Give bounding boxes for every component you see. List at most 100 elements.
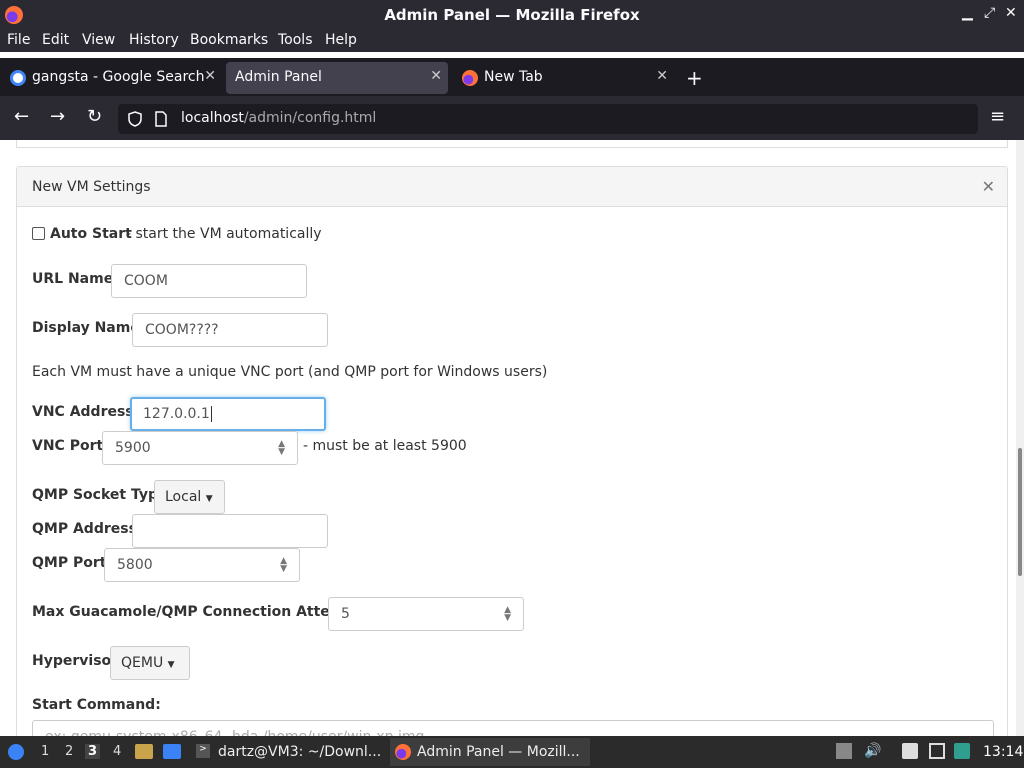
vnc-port-hint: - must be at least 5900 [303,438,467,454]
url-host: localhost [181,110,244,126]
tab-new-tab[interactable]: New Tab ✕ [452,62,674,94]
url-path: /admin/config.html [243,110,377,126]
tab-label: New Tab [484,69,543,85]
close-tab-icon[interactable]: ✕ [430,68,442,84]
hamburger-menu-icon[interactable]: ≡ [990,106,1005,127]
tab-label: gangsta - Google Search [32,69,205,85]
hypervisor-dropdown[interactable]: QEMU ▼ [110,646,190,680]
spinner-arrows-icon[interactable]: ▲ ▼ [280,557,287,574]
scrollbar-thumb[interactable] [1018,448,1022,576]
url-text: localhost/admin/config.html [181,110,376,126]
autostart-label: Auto Start [50,226,132,242]
minimize-icon[interactable]: ▁ [962,5,973,21]
notification-icon[interactable] [954,743,970,759]
close-tab-icon[interactable]: ✕ [204,68,216,84]
updates-icon[interactable] [836,743,852,759]
volume-icon[interactable]: 🔊 [864,743,881,759]
reload-icon[interactable]: ↻ [87,106,102,127]
qmp-socket-type-label: QMP Socket Type: [32,487,174,503]
max-attempts-value: 5 [341,606,350,622]
system-taskbar: 1 2 3 4 > dartz@VM3: ~/Downl... Admin Pa… [0,736,1024,768]
vnc-address-label: VNC Address: [32,404,140,420]
window-titlebar: Admin Panel — Mozilla Firefox ▁ ⤢ ✕ [0,0,1024,30]
spinner-arrows-icon[interactable]: ▲ ▼ [278,440,285,457]
qmp-address-label: QMP Address: [32,521,143,537]
firefox-icon [395,744,411,760]
tab-google-search[interactable]: gangsta - Google Search ✕ [0,62,222,94]
page-scrollbar[interactable] [1016,140,1024,736]
panel-header: New VM Settings ✕ [17,167,1007,207]
restore-icon[interactable]: ⤢ [984,5,995,21]
vnc-port-label: VNC Port: [32,438,109,454]
desktop-icon[interactable] [163,744,181,759]
close-window-icon[interactable]: ✕ [1005,5,1017,21]
shield-icon [128,111,142,127]
tab-admin-panel[interactable]: Admin Panel ✕ [226,62,448,94]
menu-bookmarks[interactable]: Bookmarks [190,32,268,48]
clock: 13:14 [983,744,1024,760]
start-command-input[interactable]: ex: qemu-system-x86_64 -hda /home/user/w… [32,720,994,736]
caret-down-icon: ▼ [205,494,213,504]
max-attempts-input[interactable]: 5 ▲ ▼ [328,597,524,631]
clipboard-icon[interactable] [902,743,918,759]
page-info-icon[interactable] [155,111,167,127]
task-firefox[interactable]: Admin Panel — Mozill... [390,738,590,766]
menu-edit[interactable]: Edit [42,32,69,48]
vnc-address-value: 127.0.0.1 [143,406,210,422]
task-label: dartz@VM3: ~/Downl... [218,744,382,760]
task-label: Admin Panel — Mozill... [417,744,580,760]
qmp-socket-type-dropdown[interactable]: Local ▼ [154,480,225,514]
caret-down-icon: ▼ [167,660,175,670]
workspace-1[interactable]: 1 [41,744,49,759]
qmp-socket-type-value: Local [165,489,202,505]
window-title: Admin Panel — Mozilla Firefox [384,6,640,24]
task-terminal[interactable]: > dartz@VM3: ~/Downl... [192,738,387,766]
menu-view[interactable]: View [82,32,115,48]
distro-menu-icon[interactable] [6,743,26,761]
vnc-port-value: 5900 [115,440,151,456]
previous-panel-edge [16,140,1008,148]
new-vm-settings-panel: New VM Settings ✕ Auto Start - start the… [16,166,1008,736]
tab-label: Admin Panel [235,69,322,85]
menu-help[interactable]: Help [325,32,357,48]
firefox-icon [462,70,478,86]
panel-close-icon[interactable]: ✕ [982,177,995,196]
menu-bar: File Edit View History Bookmarks Tools H… [0,30,1024,52]
menu-history[interactable]: History [129,32,179,48]
workspace-4[interactable]: 4 [113,744,121,759]
file-manager-icon[interactable] [135,744,153,759]
vnc-note: Each VM must have a unique VNC port (and… [32,364,548,380]
google-icon [10,70,26,86]
workspace-3[interactable]: 3 [85,744,101,759]
new-tab-plus-icon[interactable]: + [686,66,703,90]
vnc-port-input[interactable]: 5900 ▲ ▼ [102,431,298,465]
qmp-port-value: 5800 [117,557,153,573]
back-arrow-icon[interactable]: ← [14,106,29,127]
qmp-address-input[interactable] [132,514,328,548]
autostart-description: - start the VM automatically [126,226,322,242]
menu-file[interactable]: File [7,32,30,48]
qmp-port-label: QMP Port: [32,555,113,571]
display-name-label: Display Name: [32,320,146,336]
menu-tools[interactable]: Tools [278,32,313,48]
vnc-address-input[interactable]: 127.0.0.1 [130,397,326,431]
forward-arrow-icon[interactable]: → [50,106,65,127]
url-bar[interactable]: localhost/admin/config.html [118,104,978,134]
text-cursor [210,406,212,422]
display-name-input[interactable]: COOM???? [132,313,328,347]
network-icon[interactable] [929,743,945,759]
qmp-port-input[interactable]: 5800 ▲ ▼ [104,548,300,582]
tab-bar: gangsta - Google Search ✕ Admin Panel ✕ … [0,58,1024,96]
url-name-input[interactable]: COOM [111,264,307,298]
panel-title: New VM Settings [32,179,151,195]
max-attempts-label: Max Guacamole/QMP Connection Attempts: [32,604,376,620]
autostart-checkbox[interactable] [32,227,45,240]
close-tab-icon[interactable]: ✕ [656,68,668,84]
page-content: New VM Settings ✕ Auto Start - start the… [0,140,1016,736]
hypervisor-value: QEMU [121,655,164,671]
url-name-label: URL Name: [32,271,119,287]
terminal-icon: > [196,744,210,758]
spinner-arrows-icon[interactable]: ▲ ▼ [504,606,511,623]
start-command-label: Start Command: [32,697,161,713]
workspace-2[interactable]: 2 [65,744,73,759]
